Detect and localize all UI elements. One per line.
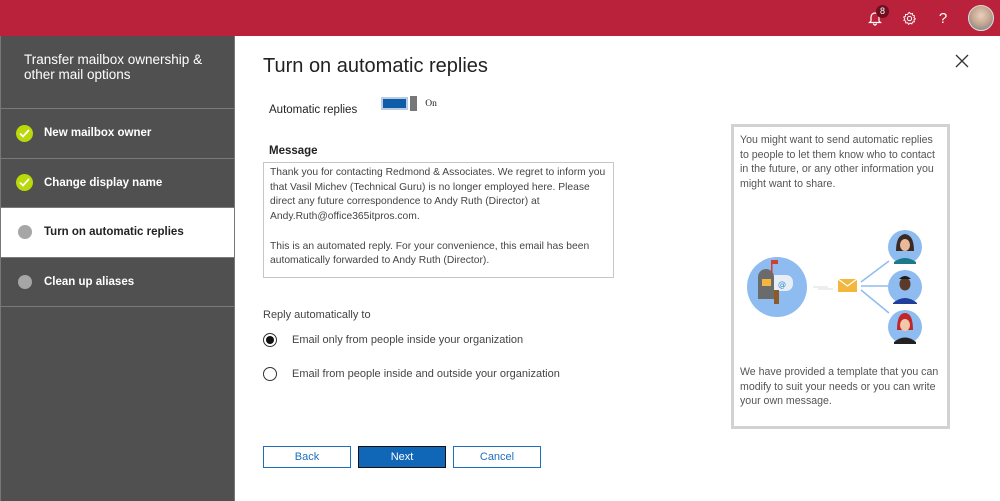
check-circle-icon bbox=[16, 124, 33, 142]
gear-icon bbox=[902, 11, 916, 25]
radio-inside-and-outside[interactable]: Email from people inside and outside you… bbox=[263, 367, 560, 381]
sidebar-item-label: Change display name bbox=[44, 176, 163, 189]
wizard-sidebar: Transfer mailbox ownership & other mail … bbox=[0, 36, 235, 501]
sidebar-item-turn-on-automatic-replies[interactable]: Turn on automatic replies bbox=[1, 208, 234, 258]
notification-badge: 8 bbox=[876, 5, 889, 18]
sidebar-item-label: New mailbox owner bbox=[44, 127, 152, 140]
person-avatar-2 bbox=[888, 270, 922, 304]
motion-lines bbox=[813, 286, 833, 290]
next-button[interactable]: Next bbox=[358, 446, 446, 468]
person-avatar-1 bbox=[888, 230, 922, 264]
radio-button-selected[interactable] bbox=[263, 333, 277, 347]
info-text-bottom: We have provided a template that you can… bbox=[740, 366, 939, 408]
close-icon[interactable] bbox=[953, 52, 971, 70]
top-bar: 8 ? bbox=[0, 0, 1000, 36]
cancel-button[interactable]: Cancel bbox=[453, 446, 541, 468]
pending-circle-icon bbox=[18, 225, 32, 240]
automatic-replies-row: Automatic replies On bbox=[269, 96, 437, 116]
radio-label: Email from people inside and outside you… bbox=[292, 368, 560, 380]
back-button[interactable]: Back bbox=[263, 446, 351, 468]
message-textarea[interactable]: Thank you for contacting Redmond & Assoc… bbox=[263, 162, 614, 278]
envelope-icon bbox=[837, 278, 858, 292]
notifications-button[interactable]: 8 bbox=[858, 0, 892, 36]
wizard-title: Transfer mailbox ownership & other mail … bbox=[1, 36, 234, 109]
person-avatar-3 bbox=[888, 310, 922, 344]
toggle-track bbox=[381, 97, 409, 110]
pending-circle-icon bbox=[18, 274, 32, 289]
sidebar-item-label: Turn on automatic replies bbox=[44, 226, 184, 239]
help-icon: ? bbox=[938, 9, 948, 27]
main-panel: Turn on automatic replies Automatic repl… bbox=[235, 36, 1000, 501]
toggle-thumb bbox=[410, 96, 418, 111]
radio-label: Email only from people inside your organ… bbox=[292, 334, 524, 346]
connector-lines bbox=[860, 260, 890, 314]
automatic-replies-label: Automatic replies bbox=[269, 104, 358, 116]
radio-inside-only[interactable]: Email only from people inside your organ… bbox=[263, 333, 523, 347]
info-panel: You might want to send automatic replies… bbox=[731, 124, 950, 429]
page-title: Turn on automatic replies bbox=[263, 55, 488, 77]
message-label: Message bbox=[269, 145, 318, 157]
toggle-state-label: On bbox=[425, 98, 437, 109]
avatar[interactable] bbox=[968, 5, 994, 31]
sidebar-item-label: Clean up aliases bbox=[44, 275, 135, 288]
sidebar-item-change-display-name[interactable]: Change display name bbox=[1, 159, 234, 208]
radio-button[interactable] bbox=[263, 367, 277, 381]
check-circle-icon bbox=[16, 174, 33, 192]
sidebar-item-clean-up-aliases[interactable]: Clean up aliases bbox=[1, 258, 234, 307]
svg-text:@: @ bbox=[778, 280, 786, 289]
sidebar-item-new-mailbox-owner[interactable]: New mailbox owner bbox=[1, 109, 234, 159]
automatic-replies-toggle[interactable]: On bbox=[381, 96, 437, 111]
reply-to-label: Reply automatically to bbox=[263, 309, 371, 321]
top-bar-actions: 8 ? bbox=[858, 0, 1000, 36]
help-button[interactable]: ? bbox=[926, 0, 960, 36]
settings-button[interactable] bbox=[892, 0, 926, 36]
mailbox-icon: @ bbox=[747, 257, 807, 317]
